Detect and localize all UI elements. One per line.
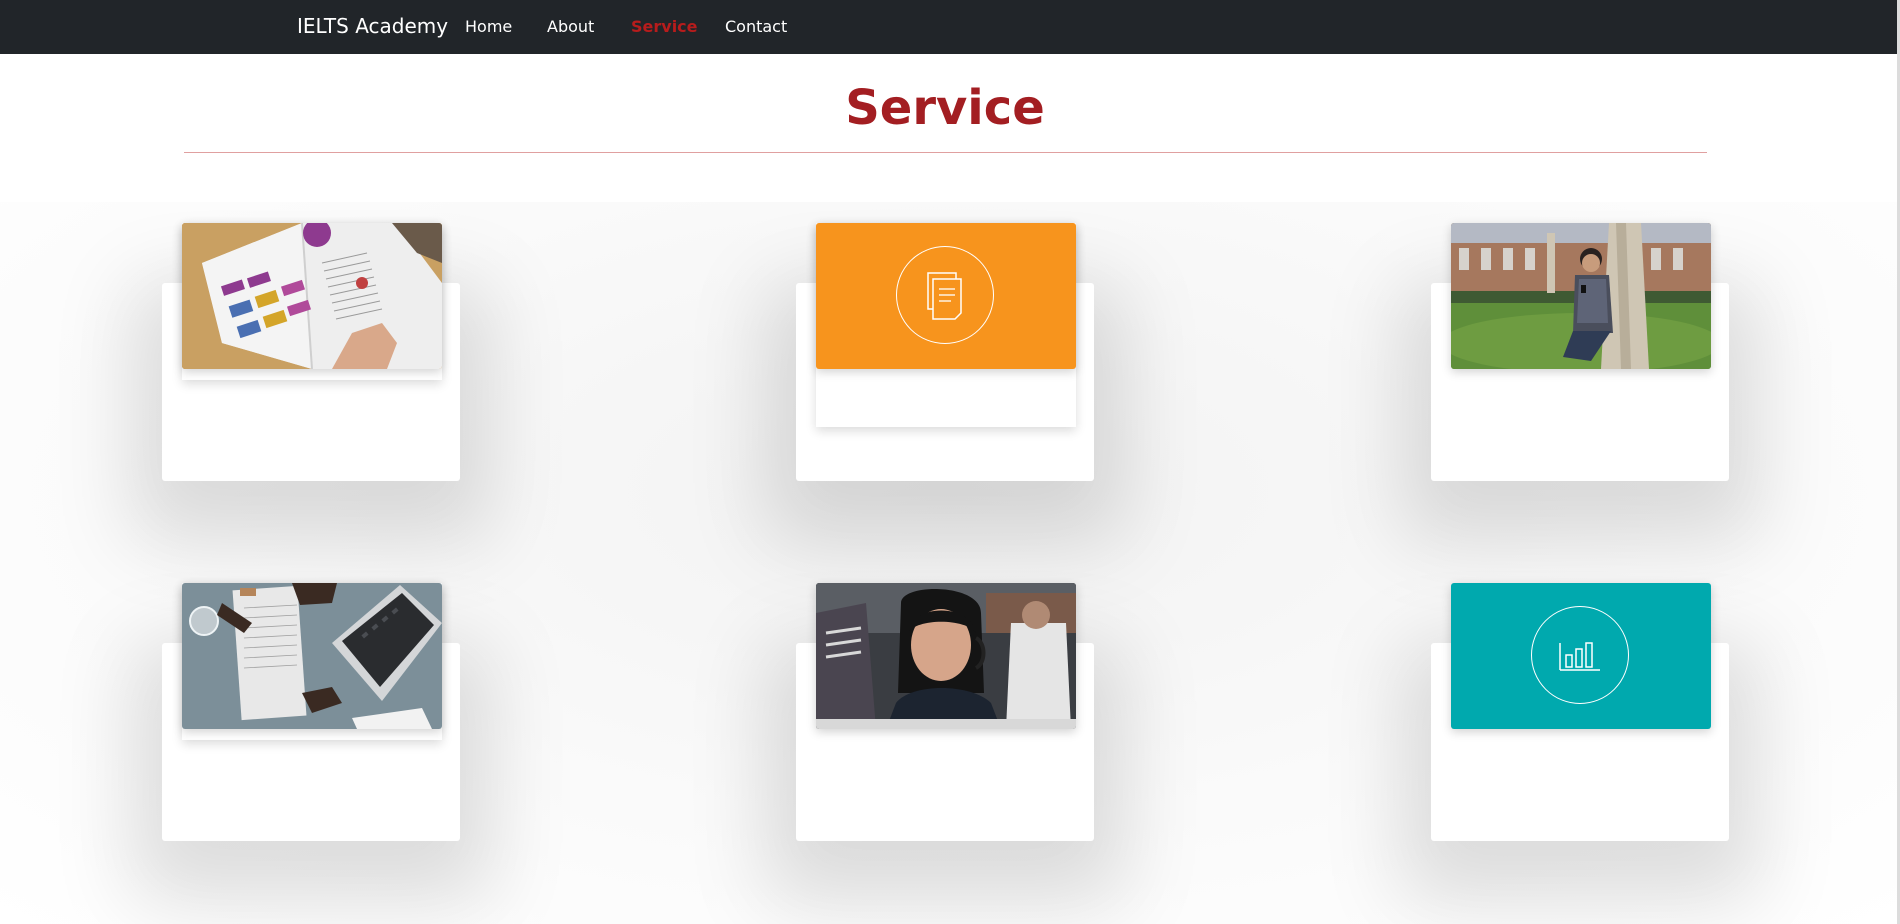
call-center-agent-photo <box>816 583 1076 729</box>
service-card-image <box>816 583 1076 729</box>
student-under-tree-photo <box>1451 223 1711 369</box>
services-section <box>0 202 1897 924</box>
service-card-image <box>182 583 442 729</box>
documents-icon <box>896 246 994 344</box>
title-divider <box>184 152 1707 153</box>
brand-link[interactable]: IELTS Academy <box>297 14 448 38</box>
documents-glyph <box>927 272 962 320</box>
top-navbar: IELTS Academy Home About Service Contact <box>0 0 1897 54</box>
bar-chart-icon <box>1531 606 1629 704</box>
page: IELTS Academy Home About Service Contact… <box>0 0 1900 924</box>
nav-link-about[interactable]: About <box>547 17 594 36</box>
nav-link-home[interactable]: Home <box>465 17 512 36</box>
nav-link-service[interactable]: Service <box>631 17 698 36</box>
nav-link-contact[interactable]: Contact <box>725 17 787 36</box>
service-card-image <box>1451 223 1711 369</box>
service-card-icon-tile <box>816 223 1076 369</box>
magazine-photo <box>182 223 442 369</box>
page-title: Service <box>845 80 1045 136</box>
bar-chart-glyph <box>1559 642 1600 671</box>
service-card-image <box>182 223 442 369</box>
service-card-icon-tile <box>1451 583 1711 729</box>
desk-laptop-photo <box>182 583 442 729</box>
